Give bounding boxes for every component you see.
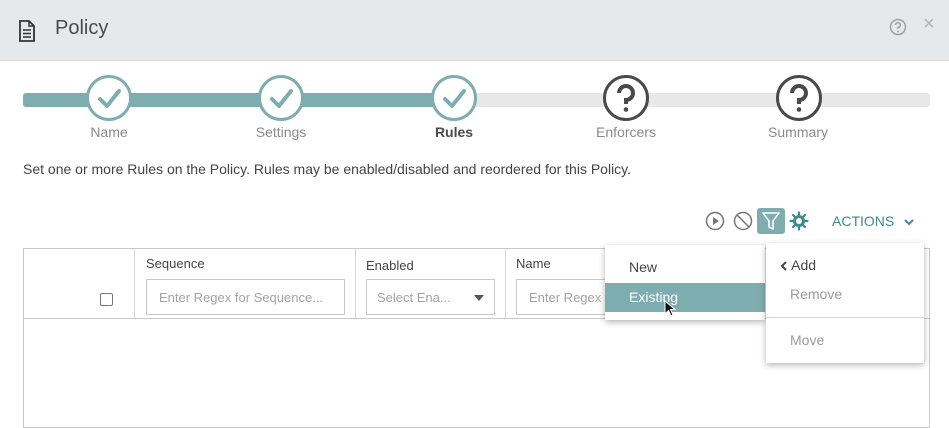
actions-menu: Add Remove Move [766,243,924,363]
question-icon [790,84,808,112]
step-label-rules: Rules [434,124,474,140]
menu-item-existing[interactable]: Existing [605,283,765,312]
enabled-filter-value: Select Ena... [377,290,451,305]
step-description: Set one or more Rules on the Policy. Rul… [23,161,632,177]
column-header-name[interactable]: Name [516,256,551,271]
select-all-checkbox[interactable] [100,293,113,306]
question-icon [617,84,635,112]
close-icon[interactable]: × [923,14,935,34]
check-icon [98,89,121,108]
check-icon [443,89,466,108]
help-icon[interactable] [889,18,907,36]
column-header-enabled[interactable]: Enabled [366,258,414,273]
disable-icon[interactable] [733,211,753,231]
filter-icon [762,212,780,230]
column-divider [505,249,506,318]
menu-item-new[interactable]: New [605,253,765,282]
step-label-summary: Summary [768,124,828,140]
column-divider [134,249,135,318]
step-name[interactable] [86,75,132,121]
step-label-enforcers: Enforcers [596,124,656,140]
menu-item-remove[interactable]: Remove [790,286,920,302]
sequence-filter-input[interactable]: Enter Regex for Sequence... [146,279,345,315]
name-filter-input[interactable]: Enter Regex f [516,279,616,315]
caret-down-icon [474,295,484,301]
actions-label: ACTIONS [832,213,895,229]
play-icon[interactable] [705,211,725,231]
menu-divider [766,317,924,318]
menu-item-add-label: Add [791,257,817,273]
step-enforcers[interactable] [603,75,649,121]
menu-item-add[interactable]: Add [780,257,920,273]
add-submenu: New Existing [605,245,765,320]
step-summary[interactable] [776,75,822,121]
column-header-sequence[interactable]: Sequence [146,256,205,271]
step-settings[interactable] [258,75,304,121]
document-icon [19,20,35,42]
filter-button[interactable] [757,208,785,234]
chevron-left-icon [780,261,787,272]
column-divider [355,249,356,318]
gear-icon[interactable] [789,211,809,231]
dialog-header: Policy × [0,0,949,61]
progress-track-remaining [453,93,930,107]
step-label-name: Name [90,124,128,140]
chevron-down-icon [904,219,914,226]
check-icon [270,89,293,108]
step-label-settings: Settings [255,124,307,140]
actions-dropdown[interactable]: ACTIONS [832,213,914,229]
step-rules[interactable] [431,75,477,121]
dialog-title: Policy [55,17,109,39]
enabled-filter-select[interactable]: Select Ena... [366,279,495,315]
menu-item-move[interactable]: Move [790,332,920,348]
mouse-cursor-icon [664,300,677,317]
